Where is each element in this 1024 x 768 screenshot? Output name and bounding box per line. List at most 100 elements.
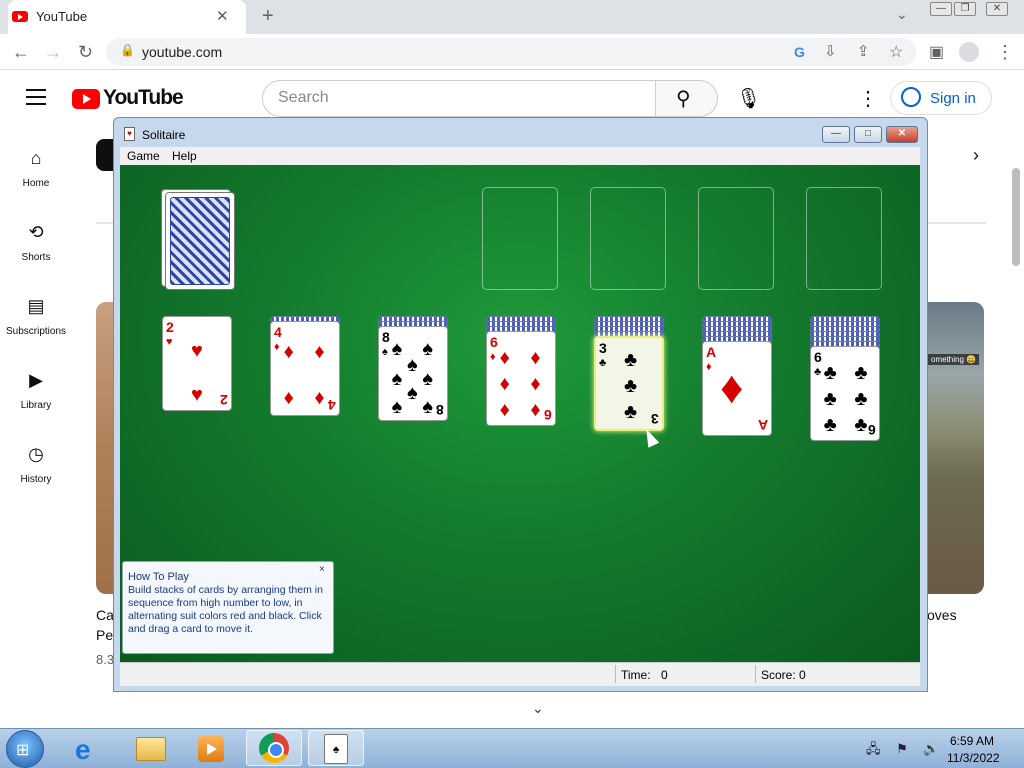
video-title-right[interactable]: oves — [927, 607, 957, 623]
tableau-card[interactable]: 3 ♣ 3 ♣ ♣ ♣ — [594, 336, 664, 431]
nav-shorts-label[interactable]: Shorts — [0, 252, 72, 263]
chevron-down-icon[interactable]: ⌄ — [532, 700, 544, 717]
card-suit-icon: ♥ — [166, 336, 173, 348]
chrome-icon[interactable] — [259, 733, 289, 763]
video-title-left[interactable]: Ca — [96, 607, 114, 623]
time-label: Time: — [621, 668, 651, 682]
menu-game[interactable]: Game — [127, 149, 160, 163]
card-pip-icon: ♣ — [624, 375, 638, 397]
back-icon[interactable]: ← — [12, 42, 30, 63]
browser-minimize-button[interactable]: — — [930, 2, 952, 16]
card-pip-icon: ♣ — [624, 401, 638, 423]
foundation-slot[interactable] — [698, 187, 774, 290]
menu-dots-icon[interactable]: ⋮ — [996, 42, 1014, 63]
tableau-card[interactable]: 4 ♦ 4 ♦ ♦ ♦ ♦ — [270, 321, 340, 416]
card-rank: 4 — [328, 397, 336, 413]
youtube-logo-icon[interactable] — [72, 89, 100, 109]
card-pip-icon: ♦ — [314, 341, 325, 363]
browser-close-button[interactable]: ✕ — [986, 2, 1008, 16]
history-icon[interactable]: ◷ — [26, 444, 46, 465]
page-scrollbar[interactable] — [1012, 168, 1020, 266]
youtube-logo-text[interactable]: YouTube — [103, 86, 184, 110]
menu-help[interactable]: Help — [172, 149, 197, 163]
card-suit-icon: ♦ — [490, 351, 496, 363]
solitaire-icon[interactable]: ♠ — [324, 734, 348, 764]
card-suit-icon: ♦ — [274, 341, 280, 353]
tableau-card[interactable]: 2 ♥ 2 ♥ ♥ — [162, 316, 232, 411]
solitaire-app-icon: ♥ — [124, 127, 135, 141]
browser-restore-button[interactable]: ❐ — [954, 2, 976, 16]
tableau-card[interactable]: A ♦ A ♦ — [702, 341, 772, 436]
share-icon[interactable]: ⇪ — [857, 42, 870, 60]
video-thumbnail-right[interactable] — [926, 302, 984, 594]
tableau-card[interactable]: 8 ♠ 8 ♠ ♠ ♠ ♠ ♠ ♠ ♠ ♠ — [378, 326, 448, 421]
stock-pile[interactable] — [165, 192, 235, 290]
media-player-icon[interactable] — [198, 736, 224, 762]
video-title-left-line2[interactable]: Pe — [96, 627, 113, 643]
nav-home-label[interactable]: Home — [0, 178, 72, 189]
shorts-icon[interactable]: ⟲ — [26, 222, 46, 243]
card-pip-icon: ♣ — [823, 362, 837, 384]
minimize-button[interactable]: — — [822, 126, 850, 143]
card-pip-icon: ♥ — [191, 340, 203, 362]
nav-library-label[interactable]: Library — [0, 400, 72, 411]
more-options-icon[interactable]: ⋮ — [858, 86, 878, 111]
chevron-right-icon[interactable]: › — [973, 145, 979, 166]
card-pip-icon: ♦ — [530, 399, 541, 421]
close-button[interactable]: ✕ — [886, 126, 918, 143]
bookmark-star-icon[interactable]: ☆ — [889, 42, 903, 62]
library-icon[interactable]: ▶ — [26, 370, 46, 391]
card-pip-icon: ♣ — [854, 388, 868, 410]
youtube-favicon-icon — [12, 11, 28, 22]
side-panel-icon[interactable]: ▣ — [929, 42, 944, 62]
profile-icon[interactable] — [959, 42, 979, 62]
tooltip-close-icon[interactable]: × — [319, 564, 325, 575]
foundation-slot[interactable] — [482, 187, 558, 290]
card-suit-icon: ♣ — [599, 357, 607, 369]
score-value: Score: 0 — [761, 668, 806, 682]
forward-icon[interactable]: → — [44, 42, 62, 63]
foundation-slot[interactable] — [806, 187, 882, 290]
account-icon — [901, 87, 921, 107]
card-rank: 8 — [436, 402, 444, 418]
sign-in-label: Sign in — [930, 90, 976, 107]
nav-subscriptions-label[interactable]: Subscriptions — [0, 326, 72, 337]
tab-search-chevron-icon[interactable]: ⌄ — [896, 6, 908, 23]
install-icon[interactable]: ⇩ — [824, 42, 837, 60]
reload-icon[interactable]: ↻ — [78, 42, 93, 63]
internet-explorer-icon[interactable]: e — [75, 734, 91, 766]
card-pip-icon: ♦ — [499, 347, 510, 369]
microphone-icon[interactable]: 🎙 — [736, 86, 761, 111]
card-rank: 3 — [599, 340, 607, 356]
new-tab-button[interactable]: + — [262, 5, 274, 28]
hamburger-menu-icon[interactable] — [26, 89, 46, 110]
card-pip-icon: ♣ — [854, 414, 868, 436]
foundation-slot[interactable] — [590, 187, 666, 290]
how-to-play-text: Build stacks of cards by arranging them … — [128, 584, 323, 635]
card-rank: 6 — [868, 422, 876, 438]
video-thumbnail-left[interactable] — [96, 302, 114, 594]
card-rank: A — [706, 344, 717, 360]
subscriptions-icon[interactable]: ▤ — [26, 296, 46, 317]
home-icon[interactable]: ⌂ — [26, 148, 46, 169]
clock-time[interactable]: 6:59 AM — [950, 734, 994, 748]
clock-date[interactable]: 11/3/2022 — [947, 751, 1000, 765]
card-pip-icon: ♠ — [391, 396, 403, 418]
search-icon[interactable]: ⚲ — [676, 86, 691, 111]
system-tray-icons[interactable]: 🖧 ⚑ 🔊 — [866, 740, 946, 762]
nav-history-label[interactable]: History — [0, 474, 72, 485]
google-icon[interactable]: G — [794, 44, 805, 60]
url-text[interactable]: youtube.com — [142, 44, 222, 60]
card-pip-icon: ♠ — [407, 354, 418, 376]
card-pip-icon: ♠ — [391, 338, 403, 360]
maximize-button[interactable]: □ — [854, 126, 882, 143]
folder-icon[interactable] — [136, 737, 166, 761]
tab-title: YouTube — [36, 9, 88, 24]
status-separator — [615, 665, 616, 683]
search-placeholder: Search — [278, 89, 329, 106]
tableau-card[interactable]: 6 ♦ 6 ♦ ♦ ♦ ♦ ♦ ♦ — [486, 331, 556, 426]
tableau-card[interactable]: 6 ♣ 6 ♣ ♣ ♣ ♣ ♣ ♣ — [810, 346, 880, 441]
card-back-pattern — [170, 197, 230, 285]
lock-icon[interactable]: 🔒 — [120, 43, 135, 57]
tab-close-icon[interactable]: ✕ — [216, 7, 229, 25]
